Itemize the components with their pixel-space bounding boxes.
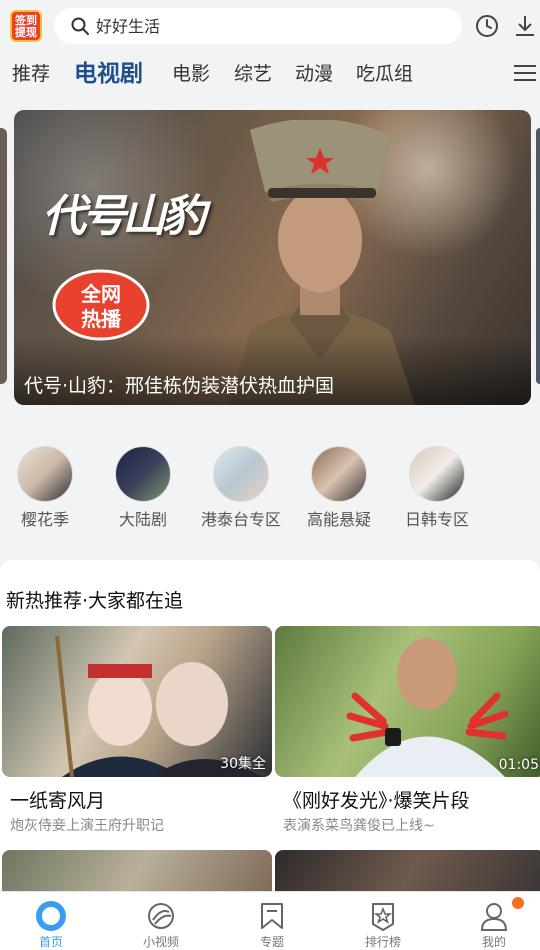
banner-prev-peek[interactable] <box>0 128 7 384</box>
category-avatar <box>409 446 465 502</box>
tab-gossip[interactable]: 吃瓜组 <box>356 52 413 96</box>
notification-dot <box>512 897 524 909</box>
tab-recommend[interactable]: 推荐 <box>12 52 50 96</box>
thumbnail-art <box>346 638 509 777</box>
category-label: 高能悬疑 <box>306 510 371 529</box>
search-icon <box>71 17 89 35</box>
channel-tabs: 推荐 电视剧 电影 综艺 动漫 吃瓜组 <box>0 52 540 96</box>
search-input[interactable] <box>96 16 436 36</box>
tab-variety[interactable]: 综艺 <box>234 52 272 96</box>
signin-badge-line2: 提现 <box>15 26 37 39</box>
category-item[interactable]: 高能悬疑 <box>289 440 389 540</box>
badge-line2: 热播 <box>81 307 122 331</box>
video-card-partial[interactable] <box>275 850 540 895</box>
hero-banner[interactable]: 代号山豹 全网 热播 代号·山豹：邢佳栋伪装潜伏热血护国 <box>14 110 531 405</box>
nav-label: 首页 <box>38 935 63 949</box>
category-item[interactable]: 日韩专区 <box>387 440 487 540</box>
bottom-navigation: 首页 小视频 专题 排行榜 我的 <box>0 891 540 950</box>
nav-home[interactable]: 首页 <box>0 892 105 950</box>
nav-label: 专题 <box>259 935 284 949</box>
video-title: 《刚好发光》·爆笑片段 <box>283 790 470 812</box>
topic-icon <box>261 903 283 929</box>
home-icon <box>36 901 66 931</box>
tab-anime[interactable]: 动漫 <box>295 52 333 96</box>
category-avatar <box>311 446 367 502</box>
nav-label: 排行榜 <box>364 935 401 949</box>
category-shortcuts: 樱花季 大陆剧 港泰台专区 高能悬疑 日韩专区 <box>0 440 540 540</box>
category-avatar <box>17 446 73 502</box>
app-root: 签到 提现 推荐 电视剧 电影 综艺 动漫 吃瓜组 <box>0 0 540 950</box>
category-item[interactable]: 大陆剧 <box>93 440 193 540</box>
category-avatar <box>115 446 171 502</box>
ranking-icon <box>372 903 394 931</box>
category-item[interactable]: 樱花季 <box>0 440 95 540</box>
video-card-partial[interactable] <box>2 850 272 895</box>
menu-icon[interactable] <box>512 62 538 84</box>
short-video-icon <box>148 903 174 929</box>
video-thumbnail: 01:05 <box>275 626 540 777</box>
search-bar[interactable] <box>54 8 462 44</box>
history-icon[interactable] <box>474 13 500 39</box>
video-title: 一纸寄风月 <box>10 790 106 812</box>
section-title: 新热推荐·大家都在追 <box>6 590 184 612</box>
category-item[interactable]: 港泰台专区 <box>191 440 291 540</box>
category-label: 日韩专区 <box>404 510 469 529</box>
profile-icon <box>480 903 508 931</box>
signin-cash-badge[interactable]: 签到 提现 <box>10 10 42 42</box>
category-avatar <box>213 446 269 502</box>
video-thumbnail: 30集全 <box>2 626 272 777</box>
video-subtitle: 炮灰侍妾上演王府升职记 <box>10 818 164 834</box>
banner-next-peek[interactable] <box>536 128 540 384</box>
duration-badge: 01:05 <box>498 757 539 773</box>
category-label: 樱花季 <box>20 510 69 529</box>
nav-short-video[interactable]: 小视频 <box>107 892 215 950</box>
nav-label: 我的 <box>481 935 506 949</box>
trending-badge: 全网 热播 <box>52 269 150 341</box>
nav-topic[interactable]: 专题 <box>218 892 326 950</box>
badge-line1: 全网 <box>80 282 121 306</box>
episode-count-badge: 30集全 <box>220 756 266 772</box>
nav-profile[interactable]: 我的 <box>440 892 540 950</box>
banner-caption: 代号·山豹：邢佳栋伪装潜伏热血护国 <box>24 375 335 397</box>
video-subtitle: 表演系菜鸟龚俊已上线~ <box>283 818 435 834</box>
tab-tv-series[interactable]: 电视剧 <box>74 52 143 96</box>
category-label: 港泰台专区 <box>200 510 281 529</box>
download-icon[interactable] <box>512 13 538 39</box>
nav-label: 小视频 <box>142 935 179 949</box>
banner-show-logo: 代号山豹 <box>42 191 206 242</box>
category-label: 大陆剧 <box>118 510 167 529</box>
tab-movies[interactable]: 电影 <box>172 52 210 96</box>
nav-ranking[interactable]: 排行榜 <box>329 892 437 950</box>
top-bar: 签到 提现 <box>0 0 540 52</box>
